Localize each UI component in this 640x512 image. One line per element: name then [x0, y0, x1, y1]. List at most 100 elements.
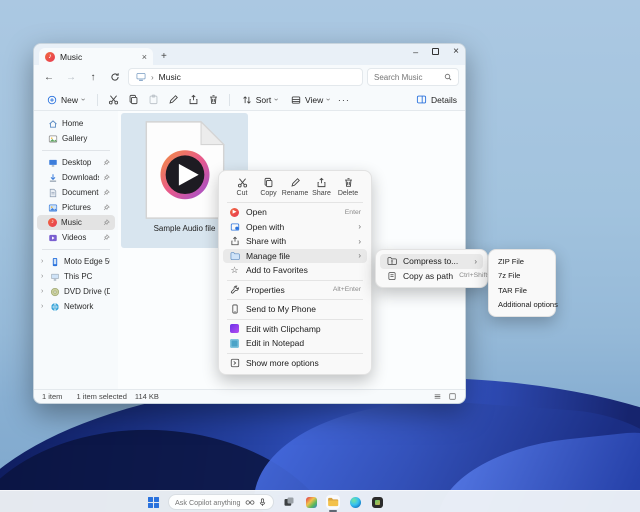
forward-button[interactable]: → [62, 72, 80, 83]
desktop: ♪ Music × + – × ← → ↑ › Music [0, 0, 640, 512]
microphone-icon[interactable] [259, 498, 266, 507]
submenu-item-7z-file[interactable]: 7z File [493, 269, 551, 284]
breadcrumb-path: Music [159, 72, 181, 82]
paste-icon [148, 94, 159, 105]
chevron-right-icon[interactable]: › [41, 288, 46, 295]
sidebar-item-this-pc[interactable]: › This PC [37, 269, 115, 284]
sidebar-item-documents[interactable]: Documents [37, 185, 115, 200]
sidebar-item-home[interactable]: Home [37, 116, 115, 131]
chevron-right-icon[interactable]: › [41, 258, 46, 265]
minimize-button[interactable]: – [413, 47, 418, 57]
details-view-icon[interactable] [433, 392, 442, 401]
view-button[interactable]: View › [286, 93, 335, 107]
cut-button[interactable] [105, 92, 122, 107]
share-quick-button[interactable]: Share [309, 177, 335, 197]
paste-button[interactable] [145, 92, 162, 107]
sidebar-item-videos[interactable]: Videos [37, 230, 115, 245]
menu-item-edit-with-clipchamp[interactable]: Edit with Clipchamp [223, 322, 367, 337]
plus-circle-icon [47, 95, 57, 105]
delete-button[interactable] [205, 92, 222, 107]
pinned-app-button[interactable] [370, 495, 384, 509]
sidebar-item-dvd-drive[interactable]: › DVD Drive (D:) CCC [37, 284, 115, 299]
properties-icon [230, 285, 240, 295]
menu-item-add-to-favorites[interactable]: ☆ Add to Favorites [223, 263, 367, 278]
share-button[interactable] [185, 92, 202, 107]
menu-item-edit-in-notepad[interactable]: Edit in Notepad [223, 336, 367, 351]
refresh-button[interactable] [106, 72, 124, 82]
breadcrumb[interactable]: › Music [128, 68, 363, 86]
copilot-search-box[interactable] [168, 494, 274, 510]
items-count: 1 item [42, 392, 62, 401]
menu-item-label: Open with [246, 222, 352, 232]
menu-item-manage-file[interactable]: Manage file › [223, 249, 367, 264]
tab-close-icon[interactable]: × [142, 52, 147, 62]
chevron-right-icon[interactable]: › [41, 273, 46, 280]
sidebar-item-label: Gallery [62, 134, 110, 143]
sidebar-item-desktop[interactable]: Desktop [37, 155, 115, 170]
submenu-item-compress-to[interactable]: Compress to... › [380, 254, 483, 269]
photos-app-button[interactable] [304, 495, 318, 509]
up-button[interactable]: ↑ [84, 72, 102, 83]
file-explorer-button[interactable] [326, 495, 340, 509]
copy-button[interactable] [125, 92, 142, 107]
edge-browser-button[interactable] [348, 495, 362, 509]
delete-icon [208, 94, 219, 105]
computer-icon [50, 272, 60, 282]
chevron-right-icon: › [358, 251, 361, 260]
menu-item-send-to-my-phone[interactable]: Send to My Phone [223, 302, 367, 317]
start-button[interactable] [146, 495, 160, 509]
address-bar: ← → ↑ › Music [34, 65, 465, 89]
sidebar-item-music[interactable]: ♪ Music [37, 215, 115, 230]
sort-button-label: Sort [256, 95, 272, 105]
submenu-item-copy-as-path[interactable]: Copy as path Ctrl+Shift+C [380, 269, 483, 284]
sidebar-item-downloads[interactable]: Downloads [37, 170, 115, 185]
menu-item-open[interactable]: ▶ Open Enter [223, 205, 367, 220]
maximize-button[interactable] [432, 48, 439, 55]
sidebar-item-gallery[interactable]: Gallery [37, 131, 115, 146]
rename-quick-button[interactable]: Rename [282, 177, 308, 197]
menu-item-show-more-options[interactable]: Show more options [223, 356, 367, 371]
menu-item-label: Properties [246, 285, 327, 295]
sidebar-item-label: Music [61, 218, 99, 227]
delete-icon [343, 177, 354, 188]
cut-quick-button[interactable]: Cut [229, 177, 255, 197]
search-input[interactable] [374, 73, 444, 82]
submenu-item-zip-file[interactable]: ZIP File [493, 254, 551, 269]
menu-item-open-with[interactable]: Open with › [223, 220, 367, 235]
copy-path-icon [387, 271, 397, 281]
submenu-item-tar-file[interactable]: TAR File [493, 283, 551, 298]
sidebar-item-network[interactable]: › Network [37, 299, 115, 314]
menu-item-properties[interactable]: Properties Alt+Enter [223, 283, 367, 298]
sidebar-item-phone-device[interactable]: › Moto Edge 50 Neo [37, 254, 115, 269]
menu-item-label: Manage file [246, 251, 352, 261]
large-icons-view-icon[interactable] [448, 392, 457, 401]
search-box[interactable] [367, 68, 459, 86]
copilot-search-input[interactable] [175, 498, 241, 507]
divider [42, 249, 110, 250]
view-button-label: View [305, 95, 323, 105]
sidebar-item-pictures[interactable]: Pictures [37, 200, 115, 215]
rename-button[interactable] [165, 92, 182, 107]
details-button[interactable]: Details [416, 94, 457, 105]
monitor-icon [136, 72, 146, 82]
taskbar [0, 490, 640, 512]
menu-item-share-with[interactable]: Share with › [223, 234, 367, 249]
new-tab-button[interactable]: + [161, 52, 167, 62]
copy-quick-button[interactable]: Copy [256, 177, 282, 197]
new-button-label: New [61, 95, 78, 105]
task-view-button[interactable] [282, 495, 296, 509]
tab-music[interactable]: ♪ Music × [39, 48, 153, 65]
submenu-item-additional-options[interactable]: Additional options [493, 298, 551, 313]
selection-count: 1 item selected [76, 392, 126, 401]
sort-icon [242, 95, 252, 105]
gallery-icon [48, 134, 58, 144]
back-button[interactable]: ← [40, 72, 58, 83]
delete-quick-button[interactable]: Delete [335, 177, 361, 197]
close-button[interactable]: × [453, 46, 459, 57]
chevron-right-icon[interactable]: › [41, 303, 46, 310]
audio-file-icon [143, 120, 227, 220]
copy-icon [263, 177, 274, 188]
sort-button[interactable]: Sort › [237, 93, 283, 107]
new-button[interactable]: New › [42, 93, 90, 107]
see-more-button[interactable]: ··· [338, 95, 350, 105]
